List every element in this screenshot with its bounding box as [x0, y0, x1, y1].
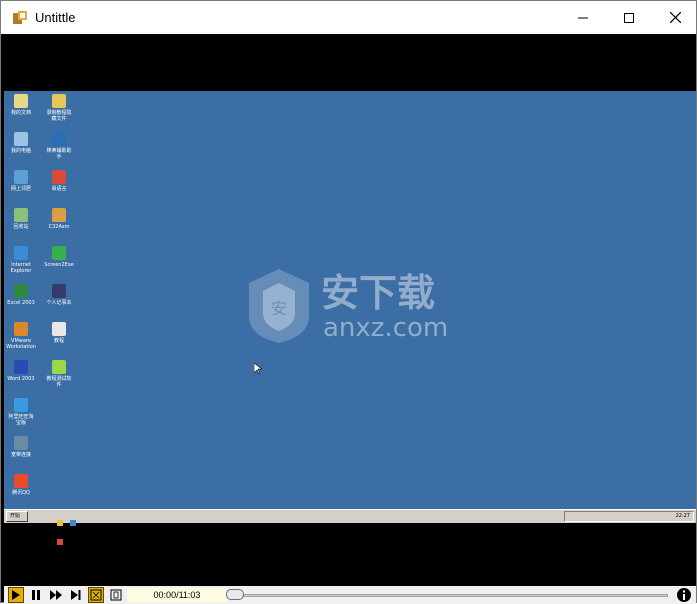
quick-launch-icon[interactable]	[57, 539, 63, 545]
desktop-icon[interactable]: Screen2Exe	[42, 246, 76, 268]
desktop-icon-label: Excel 2003	[7, 300, 35, 306]
app-icon	[13, 11, 27, 24]
title-bar[interactable]: Untittle	[1, 1, 696, 34]
desktop-icon[interactable]: 棒鼻辅助助 手	[42, 132, 76, 160]
desktop-icon-image	[14, 360, 28, 374]
quick-launch-icon[interactable]	[57, 520, 63, 526]
desktop-icon[interactable]: Word 2003	[4, 360, 38, 382]
start-button[interactable]: 开始	[6, 511, 28, 522]
desktop-icon-label: 我的文档	[10, 110, 31, 116]
close-button[interactable]	[652, 1, 697, 34]
mouse-cursor-icon	[254, 363, 262, 375]
desktop-icon-image	[14, 474, 28, 488]
play-icon	[12, 590, 20, 600]
desktop-icon[interactable]: C32Asm	[42, 208, 76, 230]
desktop-icon[interactable]: 教程测试软 件	[42, 360, 76, 388]
desktop-icon-image	[14, 398, 28, 412]
watermark-shield-char: 安	[271, 299, 287, 318]
desktop-icon-image	[14, 436, 28, 450]
desktop-icon-image	[52, 208, 66, 222]
desktop-icon-image	[52, 94, 66, 108]
desktop-icon[interactable]: 教程	[42, 322, 76, 344]
quick-launch-icon[interactable]	[70, 520, 77, 526]
desktop-icon-label: 教程测试软 件	[46, 376, 72, 388]
desktop-icon[interactable]: 阿里旺旺淘 宝版	[4, 398, 38, 426]
desktop-icon-label: 易语言	[51, 186, 67, 192]
recorded-desktop: 安 安下载 anxz.com 我的文档 录制教程隐 藏文件我的电脑 棒鼻辅助助 手网…	[4, 91, 696, 509]
watermark-logo: 安 安下载 anxz.com	[249, 269, 448, 343]
desktop-icon[interactable]: Excel 2003	[4, 284, 38, 306]
desktop-icon[interactable]: 回收站	[4, 208, 38, 230]
desktop-icon[interactable]: 网上邻居	[4, 170, 38, 192]
desktop-icon[interactable]: Internet Explorer	[4, 246, 38, 274]
fast-forward-button[interactable]	[48, 587, 64, 603]
player-controls: 00:00/11:03	[4, 586, 696, 604]
desktop-icon-image	[14, 246, 28, 260]
time-display: 00:00/11:03	[127, 588, 227, 602]
desktop-icon[interactable]: 我的文档	[4, 94, 38, 116]
seek-track[interactable]	[228, 594, 668, 597]
desktop-icon-image	[52, 360, 66, 374]
desktop-icon-label: C32Asm	[48, 224, 70, 230]
close-icon	[669, 12, 681, 23]
recorded-taskbar: 开始 22:27	[4, 509, 696, 545]
desktop-icon[interactable]: 宽带连接	[4, 436, 38, 458]
desktop-icon[interactable]: 腾讯QQ	[4, 474, 38, 496]
desktop-icon-label: 我的电脑	[10, 148, 31, 154]
desktop-icon-image	[14, 94, 28, 108]
window-title: Untittle	[35, 10, 76, 25]
maximize-icon	[624, 12, 634, 23]
desktop-icon-image	[52, 170, 66, 184]
desktop-icon-image	[14, 132, 28, 146]
pause-button[interactable]	[28, 587, 44, 603]
fullscreen-button[interactable]	[88, 587, 104, 603]
system-tray: 22:27	[564, 511, 694, 522]
desktop-icon-label: 教程	[53, 338, 64, 344]
desktop-icon-label: 网上邻居	[10, 186, 31, 192]
pause-icon	[32, 590, 40, 600]
desktop-icon[interactable]: 录制教程隐 藏文件	[42, 94, 76, 122]
desktop-icon-label: VMware Workstation	[6, 338, 36, 350]
step-forward-button[interactable]	[68, 587, 84, 603]
desktop-icon-label: 回收站	[13, 224, 29, 230]
desktop-icon-label: 腾讯QQ	[12, 490, 30, 496]
desktop-icon-label: Internet Explorer	[10, 262, 32, 274]
desktop-icon-label: 宽带连接	[10, 452, 31, 458]
maximize-button[interactable]	[606, 1, 652, 34]
desktop-icon-image	[52, 322, 66, 336]
info-icon[interactable]	[676, 587, 692, 603]
seek-thumb[interactable]	[226, 589, 244, 600]
watermark-sub-text: anxz.com	[323, 313, 448, 343]
fullscreen-icon	[90, 589, 102, 601]
desktop-icon-image	[52, 132, 66, 146]
minimize-icon	[578, 17, 588, 18]
desktop-icon[interactable]: 易语言	[42, 170, 76, 192]
player-window: Untittle 安 安下载 anxz.com 我的文档 录制教程隐 藏文件我的电…	[0, 0, 697, 604]
quick-launch	[56, 512, 90, 545]
desktop-icon[interactable]: 我的电脑	[4, 132, 38, 154]
desktop-icon-image	[14, 208, 28, 222]
desktop-icon-image	[14, 284, 28, 298]
minimize-button[interactable]	[560, 1, 606, 34]
desktop-icon[interactable]: VMware Workstation	[4, 322, 38, 350]
desktop-icon-label: 棒鼻辅助助 手	[46, 148, 72, 160]
desktop-icon-image	[52, 246, 66, 260]
desktop-icon-image	[14, 322, 28, 336]
desktop-icon-label: 阿里旺旺淘 宝版	[8, 414, 34, 426]
desktop-icon-label: Word 2003	[7, 376, 35, 382]
desktop-icon[interactable]: 个人记事本	[42, 284, 76, 306]
desktop-icon-image	[14, 170, 28, 184]
desktop-icon-image	[52, 284, 66, 298]
desktop-icon-label: 个人记事本	[46, 300, 72, 306]
play-button[interactable]	[8, 587, 24, 603]
fit-icon	[110, 589, 122, 601]
tray-clock: 22:27	[675, 513, 690, 519]
step-forward-icon	[71, 590, 81, 600]
fast-forward-icon	[50, 590, 62, 600]
watermark-main-text: 安下载	[321, 271, 435, 315]
desktop-icon-label: 录制教程隐 藏文件	[46, 110, 72, 122]
desktop-icon-label: Screen2Exe	[44, 262, 74, 268]
fit-button[interactable]	[108, 587, 124, 603]
